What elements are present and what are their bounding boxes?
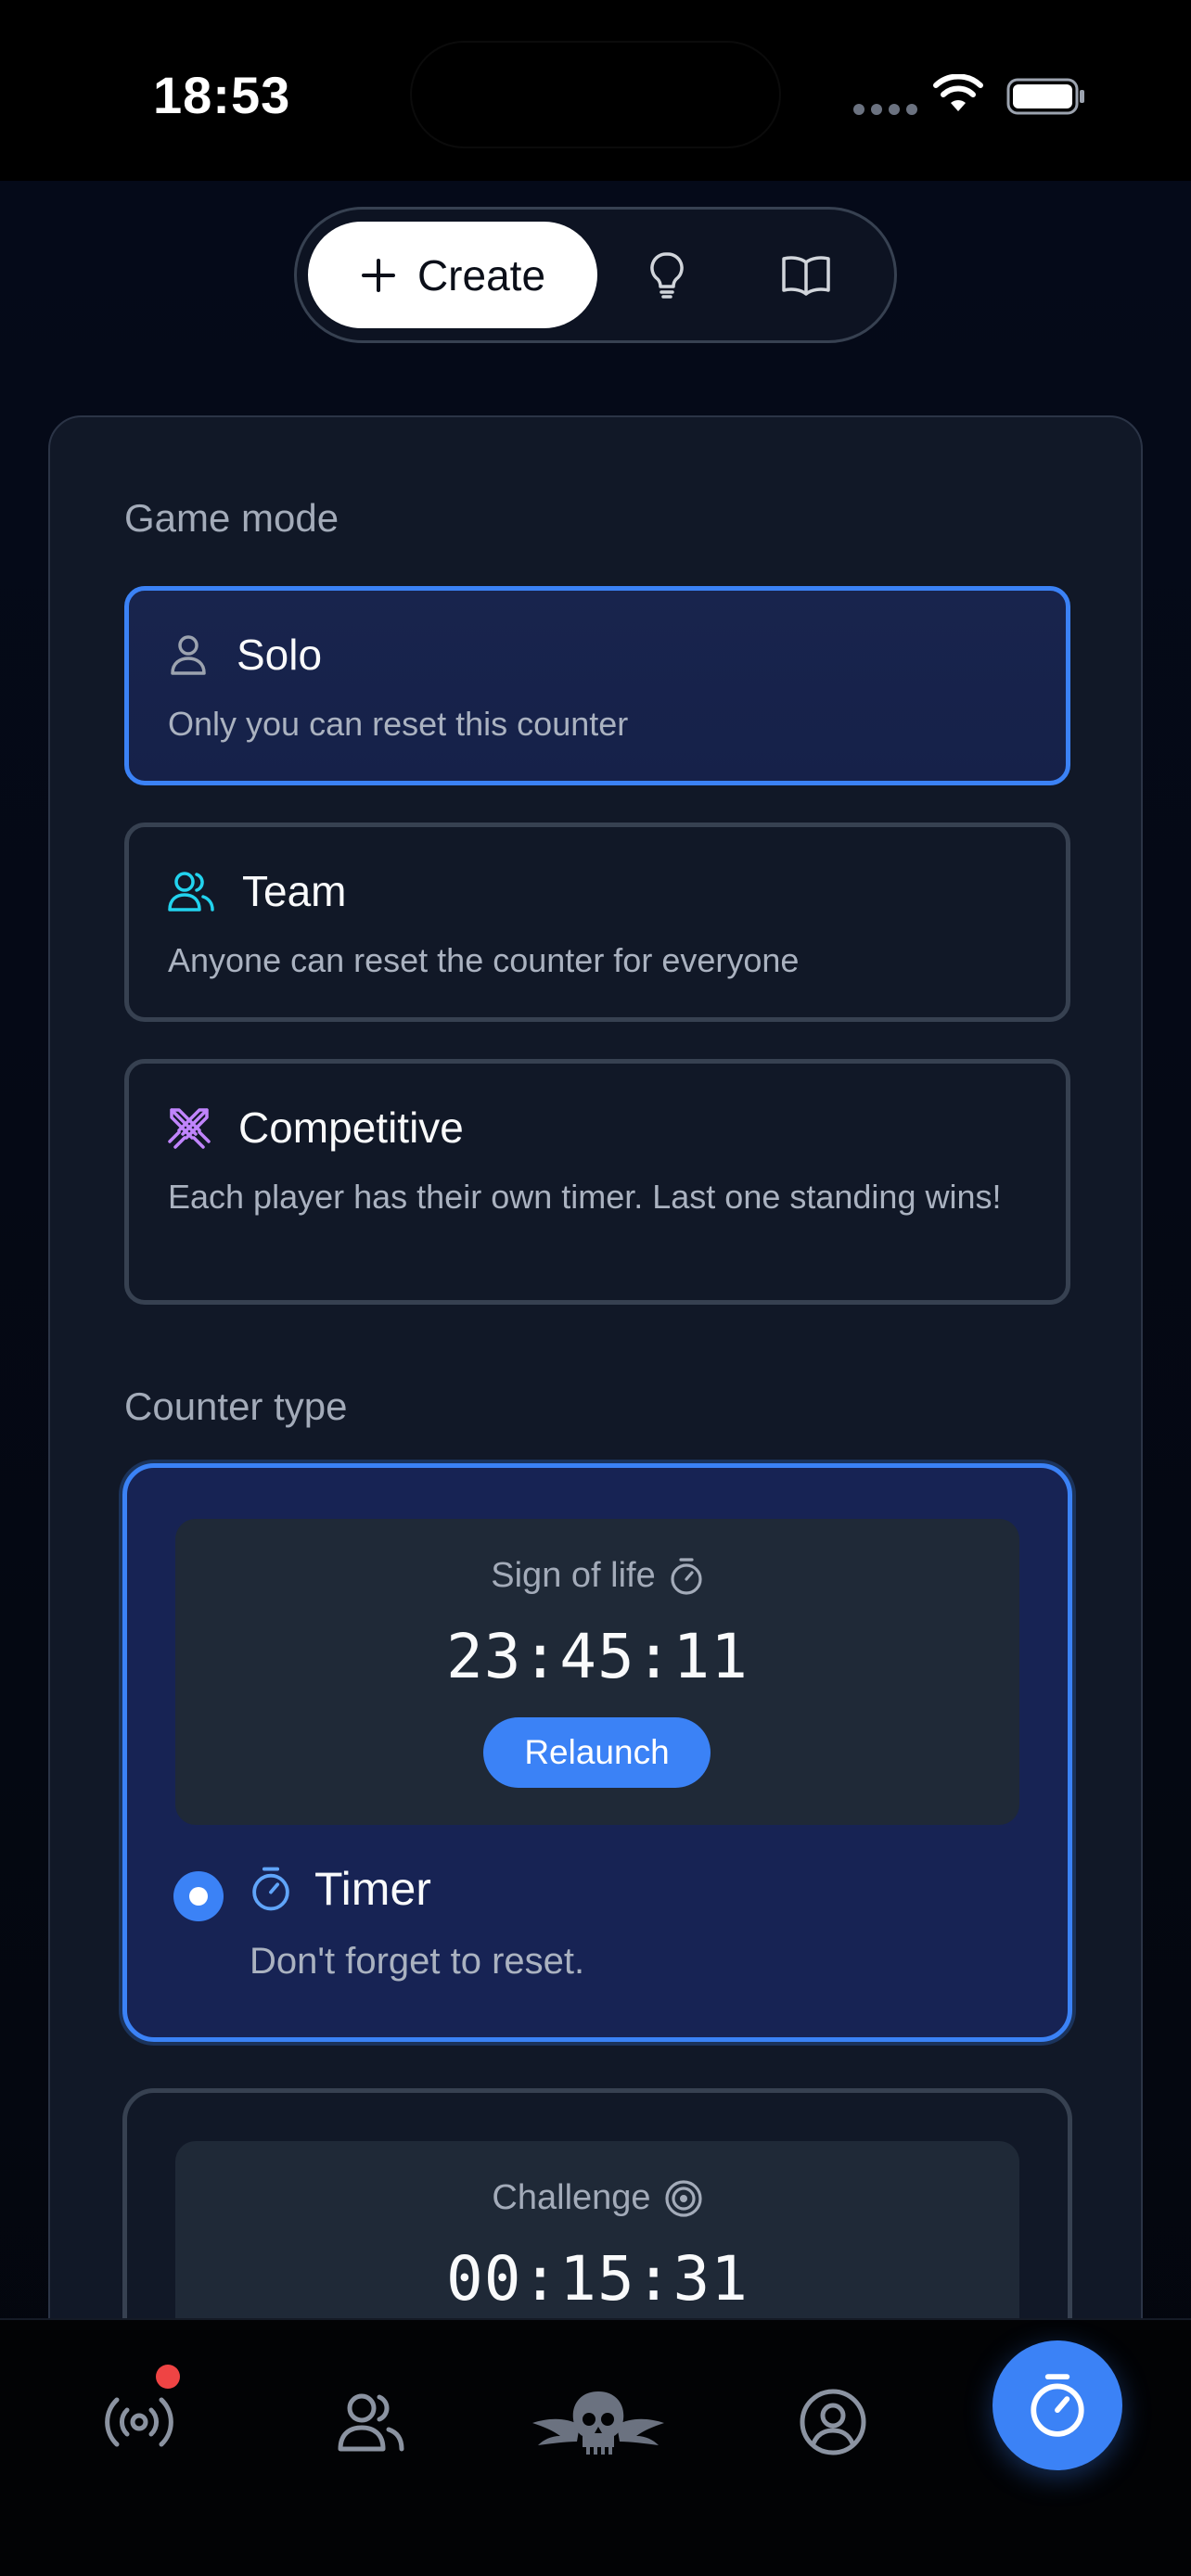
mode-option-team-header: Team bbox=[168, 866, 346, 916]
preview-label: Sign of life bbox=[175, 1556, 1019, 1596]
mode-title: Competitive bbox=[238, 1103, 464, 1152]
skull-wings-icon bbox=[532, 2391, 664, 2455]
guide-button[interactable] bbox=[736, 222, 876, 328]
preview-label-text: Challenge bbox=[492, 2178, 651, 2217]
lightbulb-icon bbox=[650, 251, 684, 299]
mode-description: Each player has their own timer. Last on… bbox=[168, 1178, 1002, 1216]
ideas-button[interactable] bbox=[597, 222, 736, 328]
mode-option-competitive-header: Competitive bbox=[168, 1103, 464, 1153]
mode-description: Anyone can reset the counter for everyon… bbox=[168, 941, 800, 979]
nav-live[interactable] bbox=[83, 2366, 195, 2478]
preview-time: 23:45:11 bbox=[446, 1621, 749, 1692]
mode-option-solo[interactable]: Solo Only you can reset this counter bbox=[124, 586, 1070, 785]
create-button[interactable]: Create bbox=[308, 222, 597, 328]
dynamic-island bbox=[410, 41, 781, 148]
user-icon bbox=[171, 635, 206, 675]
counter-option-timer-header: Timer bbox=[250, 1862, 431, 1916]
users-icon bbox=[168, 872, 214, 912]
counter-option-timer[interactable]: Sign of life 23:45:11 Relaunch Timer Don… bbox=[122, 1463, 1072, 2042]
preview-label: Challenge bbox=[175, 2178, 1019, 2218]
bottom-nav bbox=[0, 2318, 1191, 2576]
status-time: 18:53 bbox=[153, 66, 291, 124]
mode-title: Team bbox=[242, 867, 347, 915]
plus-icon bbox=[361, 258, 395, 292]
mode-title: Solo bbox=[237, 631, 323, 679]
create-counter-card: Game mode Solo Only you can reset this c… bbox=[48, 415, 1143, 2576]
battery-icon bbox=[1006, 78, 1084, 115]
app-screen: 18:53 Create Game mode Solo Only you can… bbox=[0, 0, 1191, 2576]
cellular-signal-icon bbox=[853, 104, 917, 115]
stopwatch-icon bbox=[252, 1867, 289, 1911]
preview-time: 00:15:31 bbox=[446, 2243, 749, 2315]
top-toolbar: Create bbox=[294, 207, 897, 343]
timer-radio[interactable] bbox=[173, 1871, 224, 1921]
stopwatch-icon bbox=[671, 1557, 702, 1595]
book-open-icon bbox=[782, 255, 830, 296]
counter-type-label: Counter type bbox=[124, 1384, 348, 1428]
nav-graveyard[interactable] bbox=[529, 2366, 668, 2478]
nav-profile[interactable] bbox=[777, 2366, 889, 2478]
mode-option-solo-header: Solo bbox=[168, 630, 322, 680]
users-icon bbox=[338, 2393, 404, 2452]
create-button-label: Create bbox=[416, 250, 546, 300]
timer-preview: Sign of life 23:45:11 Relaunch bbox=[175, 1519, 1019, 1825]
preview-label-text: Sign of life bbox=[491, 1556, 656, 1595]
relaunch-button[interactable]: Relaunch bbox=[483, 1717, 711, 1788]
game-mode-label: Game mode bbox=[124, 496, 339, 540]
counter-title: Timer bbox=[314, 1863, 431, 1915]
notification-badge bbox=[156, 2365, 180, 2389]
timer-fab-button[interactable] bbox=[992, 2340, 1122, 2470]
mode-option-competitive[interactable]: Competitive Each player has their own ti… bbox=[124, 1059, 1070, 1305]
counter-description: Don't forget to reset. bbox=[250, 1941, 585, 1982]
target-icon bbox=[664, 2179, 702, 2217]
stopwatch-icon bbox=[1031, 2374, 1084, 2437]
swords-icon bbox=[168, 1108, 211, 1149]
mode-description: Only you can reset this counter bbox=[168, 705, 629, 743]
nav-friends[interactable] bbox=[315, 2366, 427, 2478]
user-circle-icon bbox=[800, 2389, 866, 2455]
broadcast-icon bbox=[105, 2397, 173, 2447]
wifi-icon bbox=[933, 74, 983, 111]
mode-option-team[interactable]: Team Anyone can reset the counter for ev… bbox=[124, 823, 1070, 1022]
status-bar: 18:53 bbox=[0, 0, 1191, 181]
